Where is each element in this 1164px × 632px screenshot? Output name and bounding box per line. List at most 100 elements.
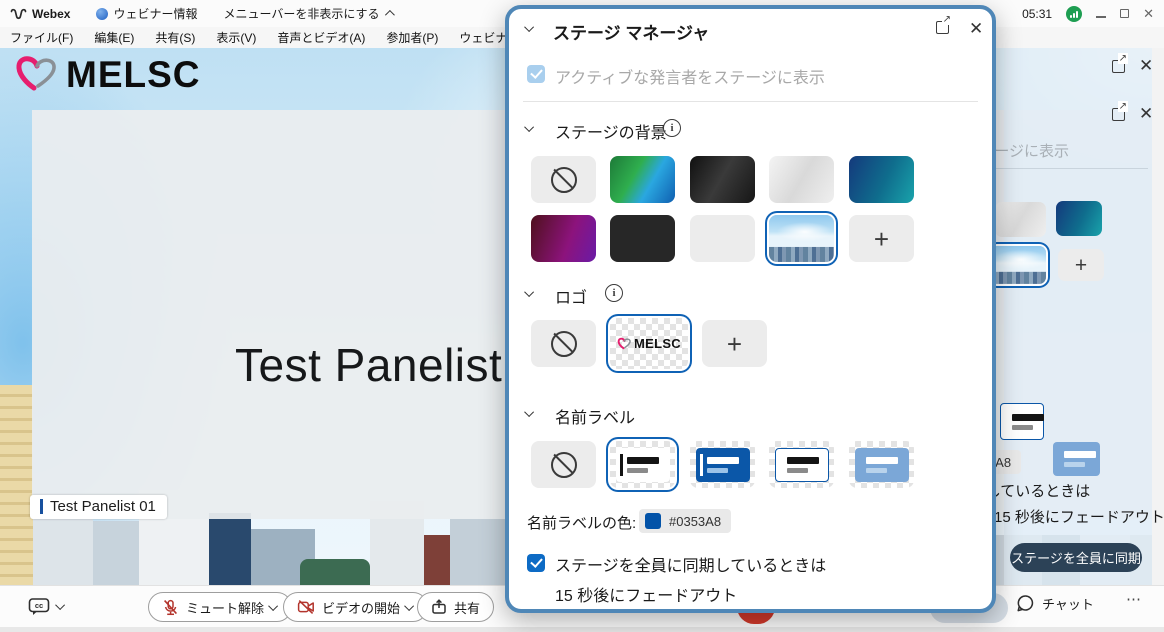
bg-option-green-blue[interactable]	[610, 156, 675, 203]
share-button[interactable]: 共有	[417, 592, 494, 622]
panel-bg-option-add[interactable]: +	[1058, 249, 1104, 281]
section-chevron-icon[interactable]	[524, 122, 534, 132]
none-icon	[551, 331, 577, 357]
unmute-button[interactable]: ミュート解除	[148, 592, 292, 622]
camera-off-icon	[297, 599, 315, 615]
menu-view[interactable]: 表示(V)	[216, 29, 256, 46]
chat-icon	[1016, 594, 1035, 613]
webex-window: Webex ウェビナー情報 メニューバーを非表示にする 05:31 ✕ ファイル…	[0, 0, 1164, 632]
stage-brand-logo: MELSC	[14, 54, 201, 96]
bg-option-light-gray[interactable]	[690, 215, 755, 262]
name-label-section-title: 名前ラベル	[555, 404, 635, 428]
bg-option-charcoal[interactable]	[610, 215, 675, 262]
name-label-option-soft-blue[interactable]	[849, 441, 914, 488]
melsc-logo-thumbnail: MELSC	[617, 336, 681, 351]
stage-manager-side-panel: ✕ ✕ アクティブな発言者をステージに表示 + #0353A8 ステージを全員に…	[1004, 48, 1152, 585]
share-label: 共有	[454, 598, 480, 617]
panel-popout-icon-2[interactable]	[1112, 108, 1125, 124]
more-options-button[interactable]: ⋯	[1126, 590, 1142, 608]
bg-option-dark-wave[interactable]	[690, 156, 755, 203]
bg-option-blue-teal[interactable]	[849, 156, 914, 203]
chat-button[interactable]: チャット	[1016, 594, 1094, 613]
trees	[300, 559, 370, 585]
name-label-option-leftbar-blue[interactable]	[690, 441, 755, 488]
webinar-info-icon	[96, 8, 108, 20]
active-speaker-checkbox	[527, 65, 545, 83]
name-label-option-leftbar-light-selected[interactable]	[610, 441, 675, 488]
panel-close-icon[interactable]: ✕	[1139, 57, 1153, 74]
info-icon[interactable]: i	[605, 284, 623, 302]
panel-bg-option-light-wave[interactable]	[995, 202, 1046, 237]
menu-edit[interactable]: 編集(E)	[94, 29, 134, 46]
background-section-title: ステージの背景	[555, 119, 667, 143]
connection-quality-icon[interactable]	[1066, 6, 1082, 22]
name-label-option-none[interactable]	[531, 441, 596, 488]
logo-section-title: ロゴ	[555, 284, 587, 308]
chevron-down-icon	[268, 601, 278, 611]
closed-captions-icon: cc	[28, 597, 50, 616]
name-label-color-label: 名前ラベルの色:	[527, 512, 636, 533]
titlebar-right: 05:31 ✕	[1022, 0, 1154, 27]
start-video-button[interactable]: ビデオの開始	[283, 592, 428, 622]
webex-logo-icon	[10, 8, 27, 20]
minimize-button[interactable]	[1096, 8, 1106, 20]
panel-name-label-option-softblue[interactable]	[1053, 442, 1100, 476]
logo-option-melsc-selected[interactable]: MELSC	[610, 318, 688, 369]
section-chevron-icon[interactable]	[524, 407, 534, 417]
sync-fadeout-label-line2: 15 秒後にフェードアウト	[555, 582, 737, 606]
webinar-info-button[interactable]: ウェビナー情報	[96, 5, 197, 22]
panel-name-label-option-plain[interactable]	[1000, 403, 1044, 440]
bg-option-magenta[interactable]	[531, 215, 596, 262]
building	[93, 521, 139, 585]
name-label-option-plain-light[interactable]	[769, 441, 834, 488]
logo-option-none[interactable]	[531, 320, 596, 367]
svg-text:cc: cc	[35, 601, 43, 610]
webinar-info-label: ウェビナー情報	[113, 5, 197, 22]
color-value: #0353A8	[669, 514, 721, 529]
menu-share[interactable]: 共有(S)	[155, 29, 195, 46]
dialog-popout-icon[interactable]	[936, 21, 949, 37]
menu-file[interactable]: ファイル(F)	[10, 29, 73, 46]
bg-option-add[interactable]: +	[849, 215, 914, 262]
melsc-logo-text: MELSC	[634, 336, 681, 351]
hide-menubar-button[interactable]: メニューバーを非表示にする	[223, 5, 391, 22]
info-icon[interactable]: i	[663, 119, 681, 137]
panel-sync-label-line2: 15 秒後にフェードアウト	[994, 506, 1164, 527]
none-icon	[551, 167, 577, 193]
panel-bg-option-blue-teal[interactable]	[1056, 201, 1102, 236]
dialog-close-icon[interactable]: ✕	[969, 20, 983, 37]
name-label-color-picker[interactable]: #0353A8	[639, 509, 731, 533]
panel-close-icon-2[interactable]: ✕	[1139, 105, 1153, 122]
collapse-chevron-icon[interactable]	[524, 22, 534, 32]
window-edge	[0, 627, 1164, 632]
unmute-label: ミュート解除	[186, 598, 264, 617]
participant-display-name: Test Panelist	[235, 338, 502, 392]
captions-button[interactable]: cc	[28, 597, 65, 616]
none-icon	[551, 452, 577, 478]
building	[209, 513, 251, 585]
panel-divider	[984, 168, 1148, 169]
chat-label: チャット	[1042, 594, 1094, 613]
panel-bg-option-city-selected[interactable]	[990, 246, 1046, 284]
dialog-title: ステージ マネージャ	[553, 19, 709, 44]
webex-brand: Webex	[10, 7, 70, 21]
bg-option-city-selected[interactable]	[769, 215, 834, 262]
menu-audio-video[interactable]: 音声とビデオ(A)	[277, 29, 365, 46]
chevron-up-icon	[384, 10, 394, 20]
bg-option-light-wave[interactable]	[769, 156, 834, 203]
bg-option-none[interactable]	[531, 156, 596, 203]
menu-participants[interactable]: 参加者(P)	[386, 29, 438, 46]
sync-fadeout-checkbox[interactable]	[527, 554, 545, 572]
chevron-down-icon	[55, 600, 65, 610]
section-chevron-icon[interactable]	[524, 287, 534, 297]
start-video-label: ビデオの開始	[322, 598, 400, 617]
chevron-down-icon	[404, 601, 414, 611]
logo-option-add[interactable]: +	[702, 320, 767, 367]
panel-popout-icon[interactable]	[1112, 60, 1125, 76]
mic-muted-icon	[162, 599, 179, 616]
stage-manager-dialog: ステージ マネージャ ✕ アクティブな発言者をステージに表示 ステージの背景 i…	[505, 5, 996, 613]
meeting-timer: 05:31	[1022, 7, 1052, 21]
close-window-button[interactable]: ✕	[1143, 7, 1154, 20]
maximize-button[interactable]	[1120, 8, 1129, 20]
sync-stage-button[interactable]: ステージを全員に同期	[1010, 543, 1142, 572]
